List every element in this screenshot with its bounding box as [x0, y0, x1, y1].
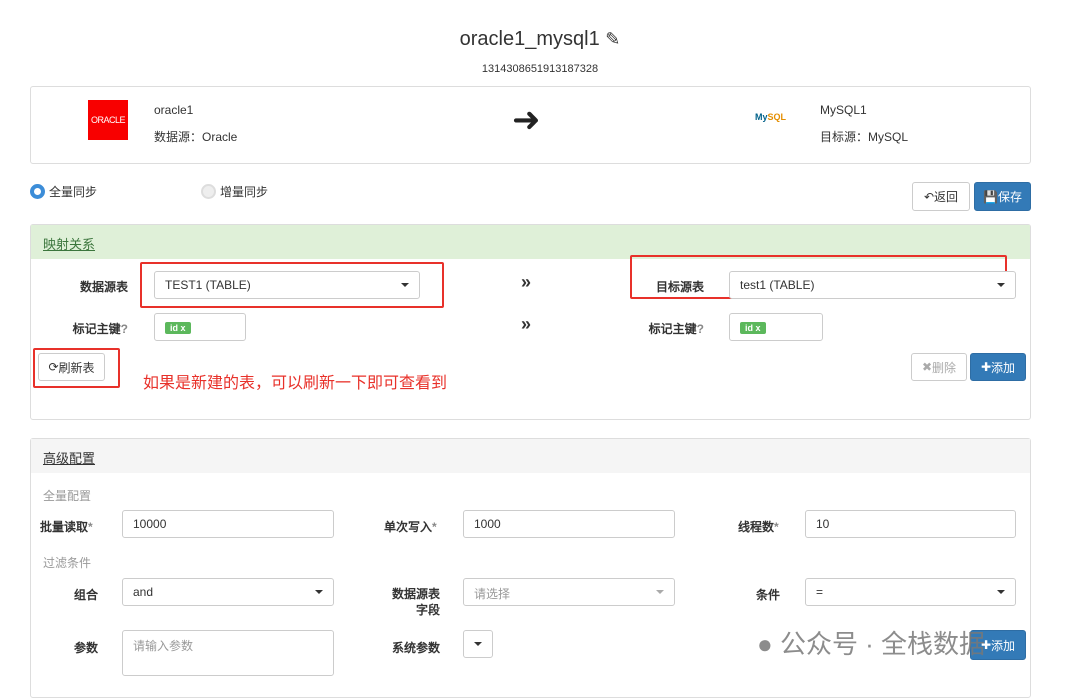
single-write-input[interactable]: 1000 — [463, 510, 675, 538]
radio-incremental-sync[interactable]: 增量同步 — [201, 183, 268, 200]
double-chevron-right-icon: » — [521, 314, 532, 334]
target-name: MySQL1 — [820, 103, 867, 117]
sys-param-select[interactable] — [463, 630, 493, 658]
annotation-text: 如果是新建的表，可以刷新一下即可查看到 — [143, 375, 448, 392]
delete-button[interactable]: ✖ 删除 — [911, 353, 967, 381]
pk-label-text: 标记主键 — [648, 322, 697, 336]
field-select[interactable]: 请选择 — [463, 578, 675, 606]
refresh-icon: ⟳ — [48, 360, 59, 374]
source-table-select[interactable]: TEST1 (TABLE) — [154, 271, 420, 299]
mapping-title: 映射关系 — [31, 225, 1030, 259]
label-text: 单次写入 — [384, 520, 433, 534]
arrow-right-icon: ➜ — [512, 101, 541, 139]
tag-text: id — [170, 323, 178, 333]
condition-select[interactable]: = — [805, 578, 1016, 606]
edit-icon[interactable]: ✎ — [605, 29, 620, 49]
tag-text: id — [745, 323, 753, 333]
label-text: 线程数 — [738, 520, 775, 534]
caret-down-icon — [474, 642, 482, 646]
refresh-table-button[interactable]: ⟳ 刷新表 — [38, 353, 105, 381]
source-pk-input[interactable]: id x — [154, 313, 246, 341]
select-placeholder: 请选择 — [474, 587, 511, 601]
back-button[interactable]: ↶ 返回 — [912, 182, 970, 211]
param-label: 参数 — [73, 641, 98, 655]
wechat-icon: ● — [757, 629, 773, 659]
radio-label: 增量同步 — [220, 185, 269, 199]
select-value: and — [133, 585, 154, 599]
refresh-label: 刷新表 — [58, 360, 95, 375]
watermark-text: 公众号 · 全栈数据 — [779, 629, 986, 659]
threads-input[interactable]: 10 — [805, 510, 1016, 538]
pk-label-text: 标记主键 — [72, 322, 121, 336]
caret-down-icon — [997, 283, 1005, 287]
task-name: oracle1_mysql1 — [459, 28, 600, 50]
combo-select[interactable]: and — [122, 578, 334, 606]
task-id: 1314308651913187328 — [481, 63, 599, 75]
single-write-label: 单次写入* — [384, 520, 437, 534]
back-label: 返回 — [934, 190, 959, 204]
delete-label: 删除 — [932, 360, 957, 375]
source-pk-label: 标记主键? — [60, 320, 128, 337]
help-icon[interactable]: ? — [121, 322, 128, 336]
select-value: = — [816, 585, 824, 599]
add-label: 添加 — [991, 638, 1016, 653]
target-table-select[interactable]: test1 (TABLE) — [729, 271, 1016, 299]
pk-tag: id x — [740, 322, 766, 334]
radio-label: 全量同步 — [49, 185, 98, 199]
oracle-logo: ORACLE — [88, 100, 128, 140]
sys-param-label: 系统参数 — [391, 641, 440, 655]
param-textarea[interactable]: 请输入参数 — [122, 630, 334, 676]
source-type: 数据源：Oracle — [154, 130, 238, 144]
mysql-logo: MySQL — [755, 112, 787, 122]
radio-unchecked-icon — [201, 184, 216, 199]
select-value: TEST1 (TABLE) — [165, 278, 251, 292]
double-chevron-right-icon: » — [521, 272, 532, 292]
caret-down-icon — [997, 590, 1005, 594]
add-mapping-button[interactable]: ✚ 添加 — [970, 353, 1026, 381]
watermark: ● 公众号 · 全栈数据 — [757, 624, 985, 661]
condition-label: 条件 — [755, 588, 780, 602]
source-name: oracle1 — [154, 103, 194, 117]
select-value: test1 (TABLE) — [740, 278, 815, 292]
filter-heading: 过滤条件 — [43, 556, 92, 570]
combo-label: 组合 — [73, 588, 98, 602]
page-title: oracle1_mysql1 ✎ — [0, 28, 1080, 51]
label-text: 批量读取 — [40, 520, 89, 534]
radio-checked-icon — [30, 184, 45, 199]
target-pk-label: 标记主键? — [636, 320, 704, 337]
radio-full-sync[interactable]: 全量同步 — [30, 183, 97, 200]
pk-tag: id x — [165, 322, 191, 334]
save-label: 保存 — [997, 190, 1022, 204]
save-button[interactable]: 💾 保存 — [974, 182, 1031, 211]
full-config-heading: 全量配置 — [43, 489, 92, 503]
target-pk-input[interactable]: id x — [729, 313, 823, 341]
batch-read-input[interactable]: 10000 — [122, 510, 334, 538]
target-table-label: 目标源表 — [655, 280, 704, 294]
advanced-title: 高级配置 — [31, 439, 1030, 473]
help-icon[interactable]: ? — [697, 322, 704, 336]
caret-down-icon — [656, 590, 664, 594]
tag-remove-icon[interactable]: x — [756, 323, 761, 333]
source-table-label: 数据源表 — [79, 280, 128, 294]
caret-down-icon — [401, 283, 409, 287]
target-type: 目标源：MySQL — [820, 130, 909, 144]
field-label: 数据源表字段 — [391, 587, 440, 617]
add-label: 添加 — [991, 360, 1016, 375]
batch-read-label: 批量读取* — [40, 520, 93, 534]
caret-down-icon — [315, 590, 323, 594]
threads-label: 线程数* — [738, 520, 779, 534]
tag-remove-icon[interactable]: x — [181, 323, 186, 333]
